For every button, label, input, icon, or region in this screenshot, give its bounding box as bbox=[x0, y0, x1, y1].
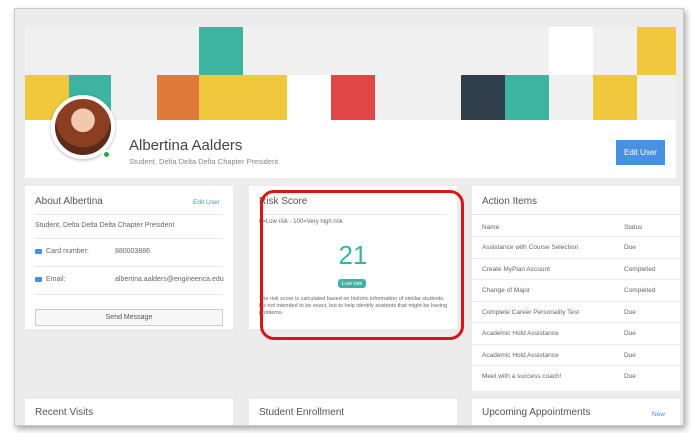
profile-subtitle: Student, Delta Delta Delta Chapter Presi… bbox=[129, 157, 279, 166]
col-status-header: Status bbox=[624, 224, 643, 231]
action-name: Academic Hold Assistance bbox=[482, 330, 559, 337]
app-window: Albertina Aalders Student, Delta Delta D… bbox=[14, 8, 684, 426]
action-row[interactable]: Academic Hold Assistance Due bbox=[472, 322, 680, 343]
edit-user-button[interactable]: Edit User bbox=[616, 140, 665, 165]
action-row[interactable]: Change of Major Completed bbox=[472, 279, 680, 300]
about-description: Student, Delta Delta Delta Chapter Presi… bbox=[35, 222, 175, 229]
action-row[interactable]: Create MyPlan Account Completed bbox=[472, 257, 680, 279]
action-name: Meet with a success coach! bbox=[482, 373, 562, 380]
about-edit-link[interactable]: Edit User bbox=[193, 199, 220, 206]
action-row[interactable]: Complete Career Personality Test Due bbox=[472, 300, 680, 322]
recent-visits-title: Recent Visits bbox=[35, 407, 94, 418]
action-name: Change of Major bbox=[482, 287, 531, 294]
email-icon bbox=[35, 276, 42, 282]
email-row: Email: bbox=[35, 276, 65, 283]
card-number-label: Card number: bbox=[46, 248, 89, 255]
recent-visits-card: Recent Visits bbox=[25, 399, 233, 425]
action-items-title: Action Items bbox=[482, 196, 538, 207]
action-row[interactable]: Academic Hold Assistance Due bbox=[472, 343, 680, 365]
action-status: Due bbox=[624, 351, 636, 359]
action-row[interactable]: Assistance with Course Selection Due bbox=[472, 236, 680, 257]
profile-name: Albertina Aalders bbox=[129, 137, 243, 154]
action-status: Completed bbox=[624, 287, 656, 294]
action-status: Due bbox=[624, 373, 636, 380]
about-card: About Albertina Edit User Student, Delta… bbox=[25, 186, 233, 329]
action-name: Complete Career Personality Test bbox=[482, 308, 580, 316]
card-number-row: Card number: bbox=[35, 248, 89, 255]
action-status: Due bbox=[624, 244, 636, 251]
card-number-value: 880003886 bbox=[115, 248, 151, 255]
profile-banner bbox=[25, 27, 676, 120]
action-status: Due bbox=[624, 308, 636, 316]
email-value[interactable]: albertina.aalders@engineerica.edu bbox=[115, 276, 224, 283]
action-status: Completed bbox=[624, 265, 656, 273]
action-name: Create MyPlan Account bbox=[482, 265, 550, 273]
action-items-card: Action Items Name Status Assistance with… bbox=[472, 186, 680, 391]
send-message-button[interactable]: Send Message bbox=[35, 309, 223, 326]
action-name: Assistance with Course Selection bbox=[482, 244, 579, 251]
profile-header: Albertina Aalders Student, Delta Delta D… bbox=[25, 27, 676, 178]
card-icon bbox=[35, 248, 42, 254]
email-label: Email: bbox=[46, 276, 66, 283]
action-row[interactable]: Meet with a success coach! Due bbox=[472, 365, 680, 386]
upcoming-appointments-title: Upcoming Appointments bbox=[482, 407, 591, 418]
action-status: Due bbox=[624, 330, 636, 337]
about-title: About Albertina bbox=[35, 196, 103, 207]
upcoming-appointments-card: Upcoming Appointments New bbox=[472, 399, 680, 425]
action-name: Academic Hold Assistance bbox=[482, 351, 559, 359]
student-enrollment-card: Student Enrollment bbox=[249, 399, 457, 425]
risk-highlight-outline bbox=[260, 190, 464, 340]
student-enrollment-title: Student Enrollment bbox=[259, 407, 345, 418]
online-status-icon bbox=[102, 150, 111, 159]
new-appointment-link[interactable]: New bbox=[652, 411, 665, 418]
col-name-header: Name bbox=[482, 224, 500, 231]
